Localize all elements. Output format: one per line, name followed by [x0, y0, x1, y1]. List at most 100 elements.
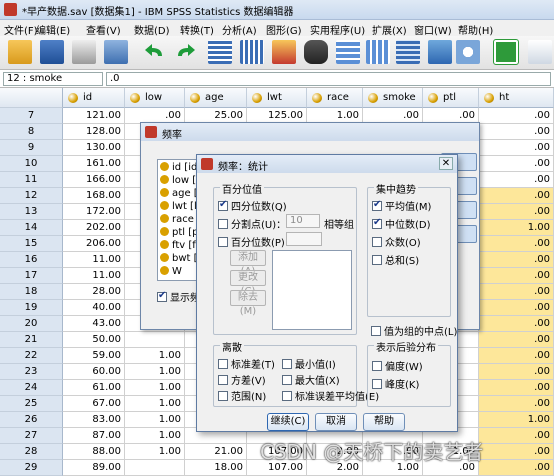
row-header[interactable]: 16	[0, 252, 63, 268]
row-header[interactable]: 13	[0, 204, 63, 220]
row-header[interactable]: 11	[0, 172, 63, 188]
menu-view[interactable]: 查看(V)	[86, 22, 121, 37]
list-item[interactable]: race [	[160, 214, 201, 225]
table-cell[interactable]: 172.00	[63, 204, 125, 220]
table-cell[interactable]: .00	[479, 188, 554, 204]
menu-edit[interactable]: 编辑(E)	[36, 22, 70, 37]
change-percentile-button[interactable]: 更改(C)	[230, 270, 266, 297]
use-sets-icon[interactable]	[493, 39, 519, 65]
table-cell[interactable]: .00	[479, 108, 554, 124]
save-icon[interactable]	[40, 40, 64, 64]
table-cell[interactable]: 1.00	[125, 396, 185, 412]
table-cell[interactable]: 11.00	[63, 252, 125, 268]
table-cell[interactable]: .00	[479, 364, 554, 380]
median-checkbox[interactable]: 中位数(D)	[372, 216, 431, 231]
mode-checkbox[interactable]: 众数(O)	[372, 234, 421, 249]
table-cell[interactable]: .00	[479, 156, 554, 172]
row-header[interactable]: 14	[0, 220, 63, 236]
recall-dialog-icon[interactable]	[104, 40, 128, 64]
row-header[interactable]: 20	[0, 316, 63, 332]
table-cell[interactable]: 166.00	[63, 172, 125, 188]
row-header[interactable]: 27	[0, 428, 63, 444]
quartiles-checkbox[interactable]: 四分位数(Q)	[218, 198, 287, 213]
minimum-checkbox[interactable]: 最小值(I)	[282, 356, 336, 371]
frequencies-dialog-titlebar[interactable]: 频率	[141, 123, 479, 141]
sum-checkbox[interactable]: 总和(S)	[372, 252, 419, 267]
table-cell[interactable]: 43.00	[63, 316, 125, 332]
table-cell[interactable]: .00	[479, 252, 554, 268]
table-cell[interactable]: .00	[479, 396, 554, 412]
table-cell[interactable]: 202.00	[63, 220, 125, 236]
table-cell[interactable]: 128.00	[63, 124, 125, 140]
table-cell[interactable]: 60.00	[63, 364, 125, 380]
menu-transform[interactable]: 转换(T)	[180, 22, 214, 37]
row-header[interactable]: 15	[0, 236, 63, 252]
row-header[interactable]: 28	[0, 444, 63, 460]
menu-help[interactable]: 帮助(H)	[458, 22, 493, 37]
cut-points-input[interactable]: 10	[286, 214, 320, 228]
table-cell[interactable]: 121.00	[63, 108, 125, 124]
table-cell[interactable]: 1.00	[125, 428, 185, 444]
percentile-list[interactable]	[272, 250, 352, 330]
add-percentile-button[interactable]: 添加(A)	[230, 250, 266, 277]
table-cell[interactable]: 1.00	[125, 444, 185, 460]
open-folder-icon[interactable]	[8, 40, 32, 64]
row-header[interactable]: 10	[0, 156, 63, 172]
table-cell[interactable]: 1.00	[125, 364, 185, 380]
menu-analyze[interactable]: 分析(A)	[222, 22, 257, 37]
row-header[interactable]: 23	[0, 364, 63, 380]
kurtosis-checkbox[interactable]: 峰度(K)	[372, 376, 419, 391]
percentile-input[interactable]	[286, 232, 322, 246]
table-cell[interactable]: 59.00	[63, 348, 125, 364]
table-cell[interactable]	[125, 332, 185, 348]
table-cell[interactable]: 88.00	[63, 444, 125, 460]
table-cell[interactable]: 1.00	[125, 380, 185, 396]
help-button[interactable]: 帮助	[363, 413, 405, 431]
table-cell[interactable]: 50.00	[63, 332, 125, 348]
menu-graphs[interactable]: 图形(G)	[266, 22, 302, 37]
table-cell[interactable]: .00	[479, 380, 554, 396]
menu-utilities[interactable]: 实用程序(U)	[310, 22, 365, 37]
column-header-id[interactable]: id	[63, 88, 125, 108]
table-cell[interactable]: .00	[479, 444, 554, 460]
table-cell[interactable]: .00	[479, 332, 554, 348]
table-cell[interactable]: 1.00	[479, 412, 554, 428]
table-cell[interactable]: .00	[479, 428, 554, 444]
goto-variable-icon[interactable]	[240, 40, 264, 64]
column-header-low[interactable]: low	[125, 88, 185, 108]
list-item[interactable]: W	[160, 266, 182, 277]
column-header-smoke[interactable]: smoke	[363, 88, 423, 108]
column-header-ht[interactable]: ht	[479, 88, 554, 108]
goto-case-icon[interactable]	[208, 40, 232, 64]
table-cell[interactable]: 21.00	[185, 444, 247, 460]
close-icon[interactable]: ✕	[439, 157, 453, 170]
table-cell[interactable]: 67.00	[63, 396, 125, 412]
percentiles-checkbox[interactable]: 百分位数(P)：	[218, 234, 295, 249]
table-cell[interactable]: 40.00	[63, 300, 125, 316]
menu-extensions[interactable]: 扩展(X)	[372, 22, 407, 37]
row-header[interactable]: 17	[0, 268, 63, 284]
table-cell[interactable]: 61.00	[63, 380, 125, 396]
value-labels-icon[interactable]	[456, 40, 480, 64]
row-header[interactable]: 12	[0, 188, 63, 204]
print-icon[interactable]	[72, 40, 96, 64]
table-cell[interactable]: 1.00	[479, 220, 554, 236]
cut-points-checkbox[interactable]: 分割点(U)：	[218, 216, 286, 231]
continue-button[interactable]: 继续(C)	[267, 413, 309, 431]
insert-variable-icon[interactable]	[366, 40, 390, 64]
maximum-checkbox[interactable]: 最大值(X)	[282, 372, 340, 387]
column-header-race[interactable]: race	[307, 88, 363, 108]
table-cell[interactable]: 87.00	[63, 428, 125, 444]
table-cell[interactable]: .00	[479, 172, 554, 188]
row-header[interactable]: 21	[0, 332, 63, 348]
row-header[interactable]: 18	[0, 284, 63, 300]
table-cell[interactable]: 1.00	[125, 412, 185, 428]
statistics-dialog-titlebar[interactable]: 频率：统计 ✕	[197, 155, 457, 173]
column-header-age[interactable]: age	[185, 88, 247, 108]
std-deviation-checkbox[interactable]: 标准差(T)	[218, 356, 275, 371]
remove-percentile-button[interactable]: 除去(M)	[230, 290, 266, 317]
menu-file[interactable]: 文件(F)	[4, 22, 38, 37]
list-item[interactable]: bwt [	[160, 253, 198, 264]
split-file-icon[interactable]	[396, 40, 420, 64]
table-cell[interactable]: .00	[479, 316, 554, 332]
